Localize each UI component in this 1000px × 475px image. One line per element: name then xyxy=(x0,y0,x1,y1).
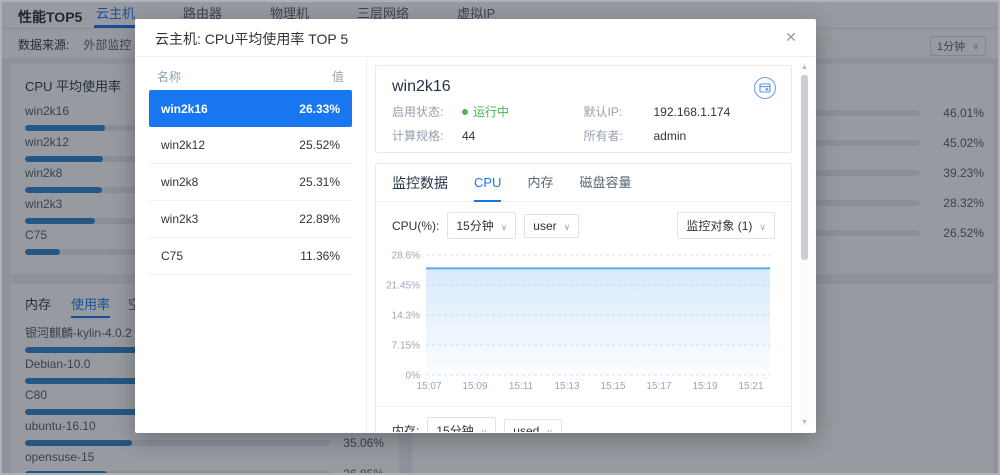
cpu-metric-value: user xyxy=(533,219,556,233)
monitor-tab[interactable]: 磁盘容量 xyxy=(579,164,631,202)
cpu-chart-controls: CPU(%): 15分钟 user 监控对象 (1) xyxy=(376,202,791,243)
monitor-objects-value: 监控对象 (1) xyxy=(686,217,752,234)
list-col-value: 值 xyxy=(332,68,344,85)
svg-text:15:09: 15:09 xyxy=(462,381,487,392)
svg-text:15:17: 15:17 xyxy=(646,381,671,392)
screenshot-frame: 性能TOP5 云主机路由器物理机三层网络虚拟IP 数据来源: 外部监控内部监控 … xyxy=(0,0,1000,475)
host-field: 计算规格:44 xyxy=(392,128,584,143)
scroll-up-icon[interactable] xyxy=(800,63,809,72)
modal-scrollbar[interactable] xyxy=(800,63,809,427)
host-list-name: win2k16 xyxy=(161,102,208,116)
svg-text:0%: 0% xyxy=(406,371,421,382)
host-list-name: win2k3 xyxy=(161,212,198,226)
host-list-value: 26.33% xyxy=(299,102,340,116)
host-fields: 启用状态:运行中默认IP:192.168.1.174计算规格:44所有者:adm… xyxy=(392,104,775,143)
field-value: 192.168.1.174 xyxy=(654,105,731,119)
host-list-row[interactable]: win2k12 25.52% xyxy=(149,127,352,164)
chevron-down-icon xyxy=(546,424,553,433)
host-list-value: 25.52% xyxy=(299,138,340,152)
svg-text:21.45%: 21.45% xyxy=(386,281,420,292)
monitor-tab[interactable]: CPU xyxy=(474,164,501,202)
host-field: 默认IP:192.168.1.174 xyxy=(584,104,776,119)
field-label: 启用状态: xyxy=(392,103,462,120)
memory-metric-select[interactable]: used xyxy=(504,419,562,433)
list-col-name: 名称 xyxy=(157,68,181,85)
close-icon[interactable] xyxy=(782,28,800,46)
console-icon[interactable] xyxy=(753,76,777,100)
svg-text:7.15%: 7.15% xyxy=(392,341,420,352)
status-dot-icon xyxy=(462,109,468,115)
svg-text:15:13: 15:13 xyxy=(554,381,579,392)
host-list-name: C75 xyxy=(161,249,183,263)
memory-metric-value: used xyxy=(513,424,539,433)
memory-interval-select[interactable]: 15分钟 xyxy=(427,417,496,432)
cpu-metric-label: CPU(%): xyxy=(392,219,439,233)
host-list-row[interactable]: win2k3 22.89% xyxy=(149,201,352,238)
cpu-metric-select[interactable]: user xyxy=(524,214,579,238)
host-field: 启用状态:运行中 xyxy=(392,104,584,119)
field-value: 44 xyxy=(462,129,475,143)
chevron-down-icon xyxy=(481,424,488,433)
chevron-down-icon xyxy=(501,219,508,233)
host-list-name: win2k12 xyxy=(161,138,205,152)
svg-text:14.3%: 14.3% xyxy=(392,311,420,322)
host-name: win2k16 xyxy=(392,76,775,98)
svg-text:15:15: 15:15 xyxy=(600,381,625,392)
cpu-line-chart: 0% 7.15% 14.3% 21.45% 28.6% 15:07 15:09 15:11 15… xyxy=(384,243,775,400)
scroll-down-icon[interactable] xyxy=(800,418,809,427)
monitor-objects-select[interactable]: 监控对象 (1) xyxy=(677,212,775,239)
top5-detail-modal: 云主机: CPU平均使用率 TOP 5 名称 值 win2k1626.33%wi… xyxy=(135,19,816,433)
monitor-tab[interactable]: 内存 xyxy=(527,164,553,202)
svg-text:15:21: 15:21 xyxy=(738,381,763,392)
scrollbar-thumb[interactable] xyxy=(801,75,808,260)
field-label: 所有者: xyxy=(584,127,654,144)
cpu-interval-value: 15分钟 xyxy=(456,217,493,234)
svg-text:15:07: 15:07 xyxy=(416,381,441,392)
svg-text:15:11: 15:11 xyxy=(509,381,534,392)
modal-header: 云主机: CPU平均使用率 TOP 5 xyxy=(135,19,816,57)
monitor-section-label: 监控数据 xyxy=(392,173,448,193)
chevron-down-icon xyxy=(564,219,571,233)
chevron-down-icon xyxy=(759,219,766,233)
host-info-card: win2k16 启用状态:运行中默认IP:192.168.1.174计算规格:4… xyxy=(375,65,792,153)
memory-metric-label: 内存: xyxy=(392,422,419,432)
memory-chart-controls: 内存: 15分钟 used xyxy=(376,406,791,432)
monitor-card: 监控数据 CPU 内存磁盘容量 CPU(%): 15分钟 user xyxy=(375,163,792,432)
svg-text:28.6%: 28.6% xyxy=(392,251,420,262)
svg-text:15:19: 15:19 xyxy=(692,381,717,392)
host-list-value: 25.31% xyxy=(299,175,340,189)
host-list-value: 22.89% xyxy=(299,212,340,226)
field-value: 运行中 xyxy=(462,103,509,120)
host-field: 所有者:admin xyxy=(584,128,776,143)
host-list-row[interactable]: win2k8 25.31% xyxy=(149,164,352,201)
host-list-row[interactable]: C75 11.36% xyxy=(149,238,352,275)
field-label: 计算规格: xyxy=(392,127,462,144)
monitor-tab-bar: 监控数据 CPU 内存磁盘容量 xyxy=(376,164,791,202)
host-list-name: win2k8 xyxy=(161,175,198,189)
field-value: admin xyxy=(654,129,687,143)
modal-title: 云主机: CPU平均使用率 TOP 5 xyxy=(155,29,348,49)
host-detail: win2k16 启用状态:运行中默认IP:192.168.1.174计算规格:4… xyxy=(367,57,816,432)
host-list: 名称 值 win2k16 26.33% win2k12 25.52% win2k8 25.… xyxy=(135,57,367,432)
field-label: 默认IP: xyxy=(584,103,654,120)
host-list-row[interactable]: win2k16 26.33% xyxy=(149,90,352,127)
host-list-value: 11.36% xyxy=(300,249,340,263)
cpu-interval-select[interactable]: 15分钟 xyxy=(447,212,516,239)
memory-interval-value: 15分钟 xyxy=(436,422,473,432)
